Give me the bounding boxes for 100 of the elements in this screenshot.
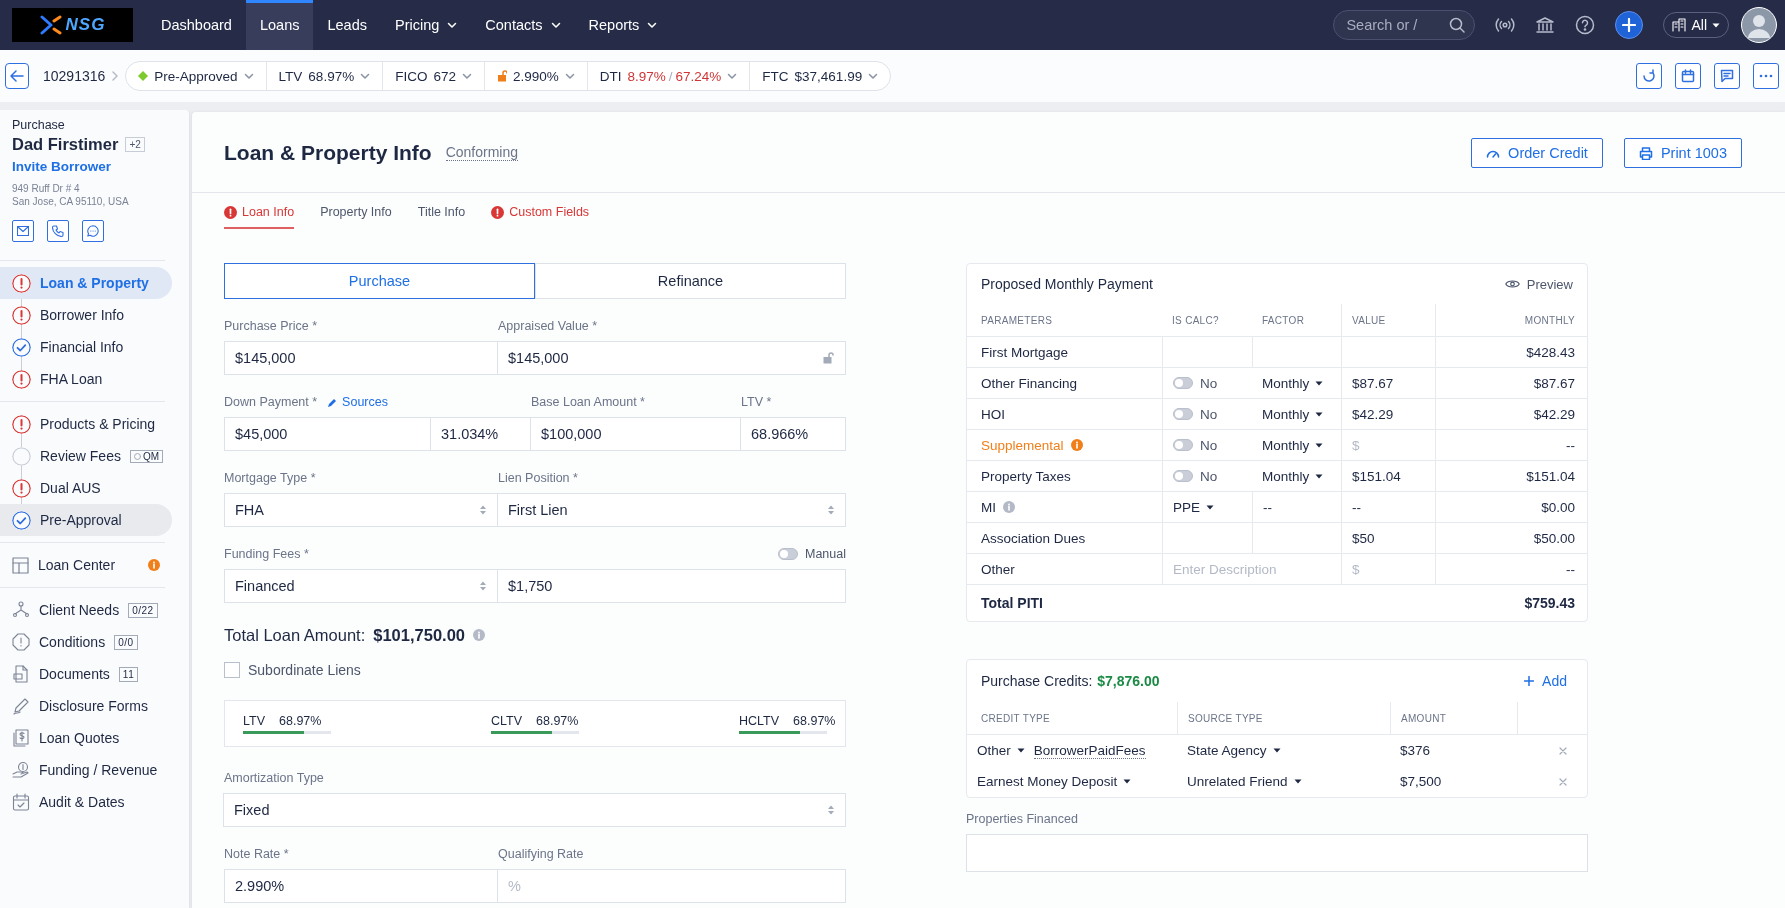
segment-button[interactable]: Refinance xyxy=(535,263,846,299)
sidebar-item[interactable]: Conditions 0/0 xyxy=(0,626,160,658)
nav-tab[interactable]: Loans xyxy=(245,0,314,50)
select-field[interactable]: FHA xyxy=(224,493,498,527)
caret-icon xyxy=(1206,504,1214,510)
factor-dropdown[interactable]: Monthly xyxy=(1262,375,1324,391)
tab[interactable]: Property Info xyxy=(320,205,392,229)
sidebar-item[interactable]: Audit & Dates xyxy=(0,786,160,818)
more-button[interactable] xyxy=(1753,63,1779,89)
factor-dropdown[interactable]: Monthly xyxy=(1262,406,1324,422)
metric-dropdown[interactable]: FTC $37,461.99 xyxy=(749,62,891,90)
step-item[interactable]: Loan & Property xyxy=(0,267,172,299)
step-item[interactable]: FHA Loan xyxy=(0,363,172,395)
header-button[interactable]: Print 1003 xyxy=(1623,138,1742,168)
credit-type-dropdown[interactable]: Other xyxy=(977,743,1025,758)
tab[interactable]: Loan Info xyxy=(224,205,295,229)
input-field[interactable]: 2.990% xyxy=(224,869,498,903)
step-item[interactable]: Review Fees QM xyxy=(0,440,172,472)
toggle-switch[interactable] xyxy=(778,548,798,560)
back-button[interactable] xyxy=(5,63,29,89)
tab[interactable]: Title Info xyxy=(417,205,466,229)
source-type-dropdown[interactable]: State Agency xyxy=(1187,743,1281,758)
select-field[interactable]: Financed xyxy=(224,569,498,603)
add-button[interactable] xyxy=(1615,11,1644,39)
loan-purpose: Purchase xyxy=(12,118,66,132)
chevron-down-icon xyxy=(564,71,575,81)
loan-type-link[interactable]: Conforming xyxy=(445,145,519,161)
input-field[interactable]: $100,000 xyxy=(530,417,741,451)
select-field[interactable]: Fixed xyxy=(223,793,846,827)
select-field[interactable]: First Lien xyxy=(497,493,846,527)
call-button[interactable] xyxy=(47,220,69,242)
source-type-dropdown[interactable]: Unrelated Friend xyxy=(1187,774,1302,789)
tab[interactable]: Custom Fields xyxy=(491,205,590,229)
bank-icon[interactable] xyxy=(1535,16,1556,34)
step-item[interactable]: Pre-Approval xyxy=(0,504,172,536)
nav-tab[interactable]: Dashboard xyxy=(147,0,246,50)
metric-dropdown[interactable]: LTV 68.97% xyxy=(265,62,383,90)
monthly-amount: $50.00 xyxy=(1533,530,1575,546)
toggle-switch[interactable] xyxy=(1173,439,1193,451)
input-field[interactable] xyxy=(966,834,1588,872)
input-field[interactable]: 31.034% xyxy=(430,417,531,451)
loan-number: 10291316 xyxy=(43,68,106,84)
dti-dropdown[interactable]: DTI 8.97% / 67.24% xyxy=(586,62,750,90)
toggle-switch[interactable] xyxy=(1173,377,1193,389)
input-field[interactable]: $1,750 xyxy=(497,569,846,603)
toggle-switch[interactable] xyxy=(1173,408,1193,420)
metric-dropdown[interactable]: FICO 672 xyxy=(382,62,484,90)
broadcast-icon[interactable] xyxy=(1495,17,1516,33)
rate-dropdown[interactable]: 2.990% xyxy=(483,62,587,90)
input-field[interactable]: $45,000 xyxy=(224,417,431,451)
parameter-name: Association Dues xyxy=(981,530,1086,546)
input-field[interactable]: $145,000 xyxy=(497,341,846,375)
toggle-switch[interactable] xyxy=(1173,470,1193,482)
value-input[interactable]: $ xyxy=(1352,437,1425,453)
refresh-button[interactable] xyxy=(1636,63,1662,89)
factor-dropdown[interactable]: Monthly xyxy=(1262,437,1324,453)
calendar-button[interactable] xyxy=(1675,63,1701,89)
ratio-value: 68.97% xyxy=(793,713,836,728)
nav-tab[interactable]: Leads xyxy=(313,0,381,50)
avatar[interactable] xyxy=(1741,7,1777,43)
checkbox[interactable] xyxy=(224,662,240,678)
monthly-amount: -- xyxy=(1566,437,1575,453)
sidebar-item[interactable]: Disclosure Forms xyxy=(0,690,160,722)
cell-text: -- xyxy=(1263,499,1272,515)
step-item[interactable]: Financial Info xyxy=(0,331,172,363)
sidebar-item[interactable]: Client Needs 0/22 xyxy=(0,594,160,626)
status-dropdown[interactable]: Pre-Approved xyxy=(126,62,266,90)
step-item[interactable]: Dual AUS xyxy=(0,472,172,504)
calc-dropdown[interactable]: PPE xyxy=(1173,499,1214,515)
chat-button[interactable] xyxy=(82,220,104,242)
nav-tab[interactable]: Reports xyxy=(574,0,672,50)
input-field[interactable]: % xyxy=(497,869,846,903)
loan-center-item[interactable]: Loan Center xyxy=(0,549,160,581)
ratio-label: CLTV xyxy=(491,713,523,728)
caret-icon xyxy=(1123,779,1132,784)
help-icon[interactable] xyxy=(1575,15,1596,35)
sidebar-item[interactable]: Loan Quotes xyxy=(0,722,160,754)
preview-link[interactable]: Preview xyxy=(1504,276,1573,292)
sources-link[interactable]: Sources xyxy=(327,395,388,409)
factor-dropdown[interactable]: Monthly xyxy=(1262,468,1324,484)
email-button[interactable] xyxy=(12,220,34,242)
search-field[interactable]: Search or / xyxy=(1333,10,1476,40)
step-item[interactable]: Products & Pricing xyxy=(0,408,172,440)
nav-tab[interactable]: Contacts xyxy=(471,0,575,50)
segment-button[interactable]: Purchase xyxy=(224,263,535,299)
comment-button[interactable] xyxy=(1714,63,1740,89)
credit-type-dropdown[interactable]: Earnest Money Deposit xyxy=(977,774,1132,789)
add-link[interactable]: Add xyxy=(1518,672,1573,690)
plus-icon xyxy=(1524,676,1535,686)
input-field[interactable]: $145,000 xyxy=(224,341,498,375)
sidebar-item[interactable]: Documents 11 xyxy=(0,658,160,690)
field-label: Purchase Price * xyxy=(224,319,318,333)
input-field[interactable]: 68.966% xyxy=(740,417,846,451)
nav-tab[interactable]: Pricing xyxy=(380,0,472,50)
step-item[interactable]: Borrower Info xyxy=(0,299,172,331)
description-input[interactable]: Enter Description xyxy=(1173,561,1331,577)
sidebar-item[interactable]: Funding / Revenue xyxy=(0,754,160,786)
invite-borrower-link[interactable]: Invite Borrower xyxy=(12,159,112,174)
header-button[interactable]: Order Credit xyxy=(1471,138,1603,168)
value-input[interactable]: $ xyxy=(1352,561,1425,577)
